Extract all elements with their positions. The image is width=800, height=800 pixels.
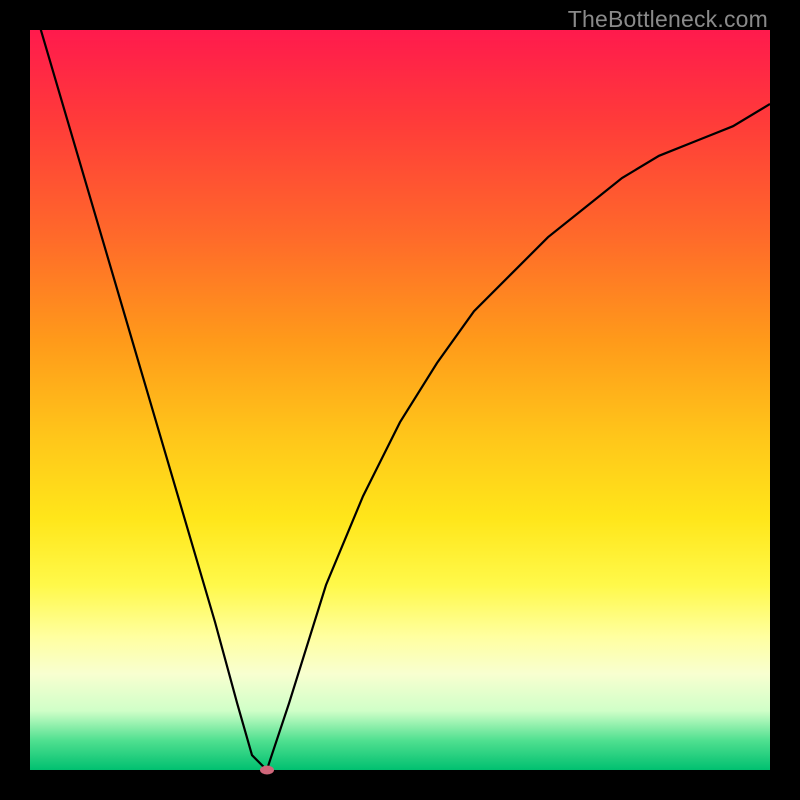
optimum-marker (260, 766, 274, 775)
plot-area (30, 30, 770, 770)
watermark-text: TheBottleneck.com (568, 6, 768, 33)
bottleneck-curve (30, 30, 770, 770)
